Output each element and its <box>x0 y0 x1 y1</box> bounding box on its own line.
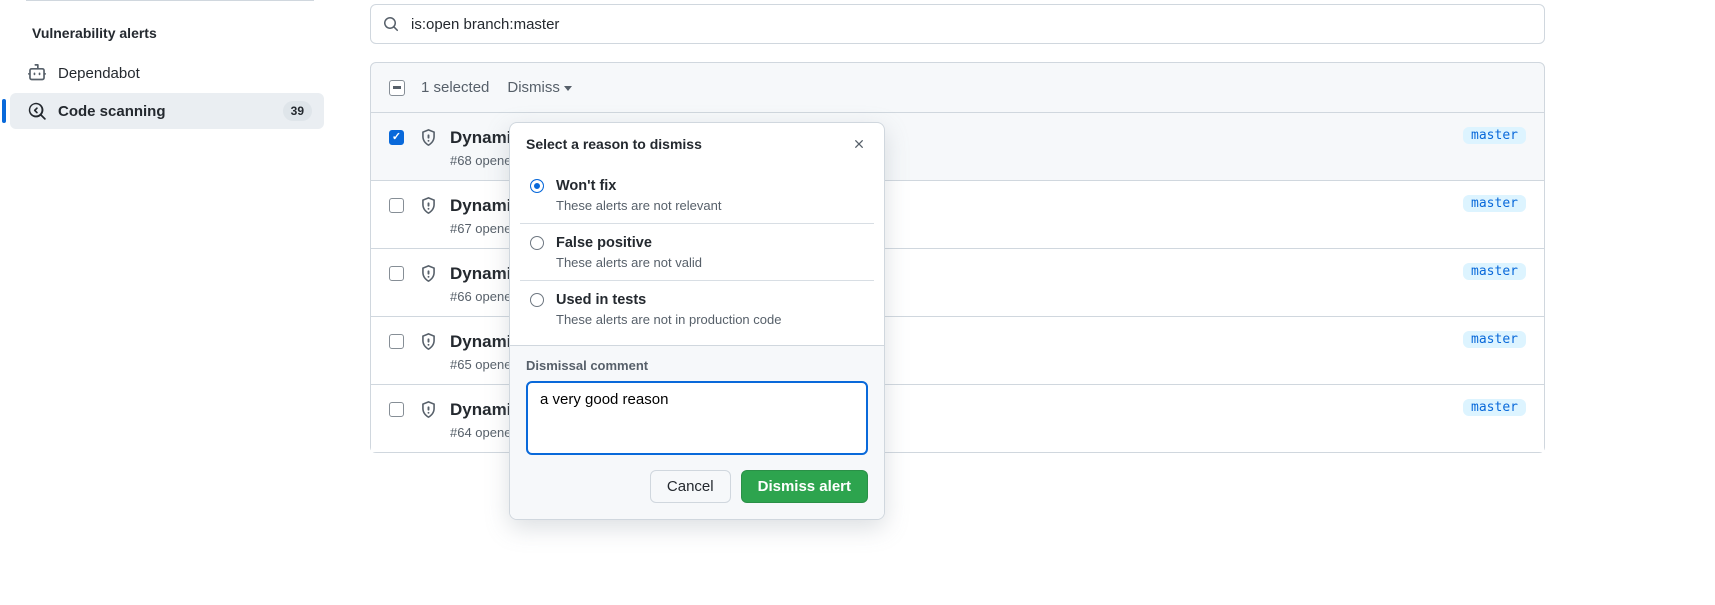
alerts-header: 1 selected Dismiss <box>371 63 1544 112</box>
row-checkbox[interactable] <box>389 130 404 145</box>
row-checkbox[interactable] <box>389 266 404 281</box>
popover-header: Select a reason to dismiss <box>510 123 884 165</box>
dismiss-alert-button[interactable]: Dismiss alert <box>741 470 868 503</box>
sidebar-item-label: Code scanning <box>58 103 283 120</box>
option-label: Used in tests <box>556 291 781 310</box>
codescan-icon <box>28 101 48 121</box>
sidebar-item-dependabot[interactable]: Dependabot <box>10 55 324 91</box>
shield-alert-icon <box>420 197 438 215</box>
shield-alert-icon <box>420 401 438 419</box>
dismiss-label: Dismiss <box>507 79 560 96</box>
sidebar-item-code-scanning[interactable]: Code scanning 39 <box>10 93 324 129</box>
row-checkbox[interactable] <box>389 402 404 417</box>
dismissal-comment-section: Dismissal comment Cancel Dismiss alert <box>510 345 884 519</box>
sidebar-item-label: Dependabot <box>58 65 312 82</box>
option-description: These alerts are not in production code <box>556 312 781 327</box>
search-icon <box>383 15 401 33</box>
sidebar-divider <box>26 0 314 1</box>
branch-badge[interactable]: master <box>1463 127 1526 144</box>
dependabot-icon <box>28 63 48 83</box>
shield-alert-icon <box>420 129 438 147</box>
sidebar-heading: Vulnerability alerts <box>10 19 324 47</box>
dismiss-popover: Select a reason to dismiss Won't fix Thes… <box>509 122 885 520</box>
comment-label: Dismissal comment <box>526 358 868 373</box>
option-label: False positive <box>556 234 702 253</box>
row-checkbox[interactable] <box>389 334 404 349</box>
branch-badge[interactable]: master <box>1463 263 1526 280</box>
radio-icon <box>530 179 544 193</box>
shield-alert-icon <box>420 265 438 283</box>
select-all-checkbox[interactable] <box>389 80 405 96</box>
sidebar: Vulnerability alerts Dependabot Code sca… <box>0 0 340 605</box>
option-description: These alerts are not valid <box>556 255 702 270</box>
shield-alert-icon <box>420 333 438 351</box>
caret-down-icon <box>564 86 572 91</box>
option-description: These alerts are not relevant <box>556 198 721 213</box>
radio-icon <box>530 293 544 307</box>
branch-badge[interactable]: master <box>1463 331 1526 348</box>
dismissal-comment-input[interactable] <box>526 381 868 455</box>
sidebar-item-count: 39 <box>283 101 312 121</box>
option-label: Won't fix <box>556 177 721 196</box>
close-button[interactable] <box>850 135 868 153</box>
dismiss-reason-option[interactable]: Used in tests These alerts are not in pro… <box>520 280 874 337</box>
branch-badge[interactable]: master <box>1463 399 1526 416</box>
selected-count: 1 selected <box>421 79 489 96</box>
search-input[interactable] <box>411 16 1532 33</box>
cancel-button[interactable]: Cancel <box>650 470 731 503</box>
radio-icon <box>530 236 544 250</box>
branch-badge[interactable]: master <box>1463 195 1526 212</box>
dismiss-reason-option[interactable]: Won't fix These alerts are not relevant <box>520 167 874 223</box>
row-checkbox[interactable] <box>389 198 404 213</box>
popover-title: Select a reason to dismiss <box>526 136 702 152</box>
dismiss-reason-option[interactable]: False positive These alerts are not valid <box>520 223 874 280</box>
dismiss-dropdown-toggle[interactable]: Dismiss <box>507 79 572 96</box>
search-bar[interactable] <box>370 4 1545 44</box>
